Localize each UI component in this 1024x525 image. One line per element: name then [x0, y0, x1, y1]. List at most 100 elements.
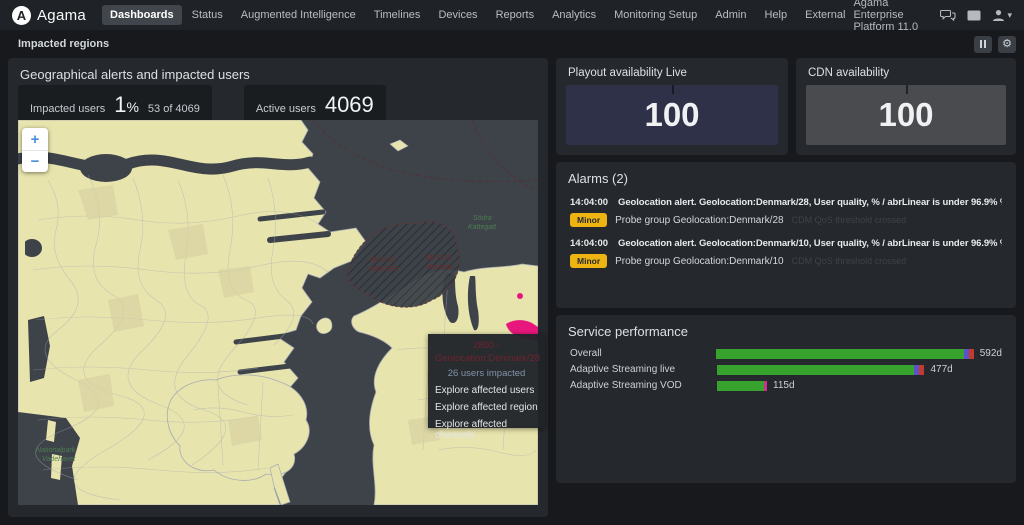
cdn-availability-panel: CDN availability 100	[796, 58, 1016, 155]
park-label: Nationalpark	[36, 447, 76, 454]
cdn-gauge: 100	[806, 85, 1006, 145]
zone-label: EK R 22	[426, 255, 452, 262]
agama-dashboard-page: A Agama DashboardsStatusAugmented Intell…	[0, 0, 1024, 525]
alarm-time: 14:04:00	[570, 197, 608, 208]
service-row-value: 477d	[930, 364, 952, 375]
impacted-users-detail: 53 of 4069	[148, 103, 200, 115]
zone-label: EK R 11	[370, 257, 396, 264]
service-row-value: 115d	[773, 380, 795, 391]
top-nav-right: Agama Enterprise Platform 11.0 ▾	[853, 0, 1012, 33]
pause-icon	[980, 40, 986, 48]
severity-badge: Minor	[570, 213, 607, 227]
explore-affected-region-link[interactable]: Explore affected region	[435, 402, 538, 413]
nav-item-monitoring-setup[interactable]: Monitoring Setup	[606, 5, 705, 25]
gear-icon: ⚙	[1002, 39, 1012, 50]
playout-value: 100	[644, 96, 699, 134]
nav-item-reports[interactable]: Reports	[488, 5, 543, 25]
dashboard-toolbar: Impacted regions ⚙	[0, 30, 1024, 58]
service-row-label: Overall	[570, 348, 716, 359]
playout-availability-panel: Playout availability Live 100	[556, 58, 788, 155]
nav-item-devices[interactable]: Devices	[430, 5, 485, 25]
service-panel-title: Service performance	[556, 315, 1016, 339]
zoom-out-button[interactable]: −	[22, 150, 48, 172]
service-bars: Overall 592d Adaptive Streaming live 477…	[556, 347, 1016, 392]
brand[interactable]: A Agama	[12, 6, 86, 25]
zone-label: MOLTEX	[370, 266, 399, 273]
impacted-users-stat: Impacted users 1% 53 of 4069	[18, 85, 212, 125]
park-label: Vadehavet	[42, 456, 76, 463]
bar-segment	[717, 365, 914, 375]
sea-label: Kattegatt	[468, 224, 497, 231]
active-users-value: 4069	[325, 92, 374, 118]
service-bar-row: Adaptive Streaming VOD 115d	[570, 379, 1002, 392]
nav-item-analytics[interactable]: Analytics	[544, 5, 604, 25]
platform-label: Agama Enterprise Platform 11.0	[853, 0, 929, 33]
map-svg: EK R 11 MOLTEX EK R 22 Hesselø Södra Kat…	[18, 120, 538, 505]
zone-label: Hesselø	[426, 264, 452, 271]
service-bar	[717, 381, 767, 391]
service-row-label: Adaptive Streaming live	[570, 364, 717, 375]
cdn-panel-title: CDN availability	[796, 58, 1016, 79]
nav-item-timelines[interactable]: Timelines	[366, 5, 429, 25]
user-menu[interactable]: ▾	[992, 9, 1012, 22]
severity-badge: Minor	[570, 254, 607, 268]
tooltip-title: 2800 - Geolocation:Denmark/28	[435, 339, 538, 366]
alarm-row[interactable]: 14:04:00 Geolocation alert. Geolocation:…	[570, 238, 1002, 268]
top-nav-bar: A Agama DashboardsStatusAugmented Intell…	[0, 0, 1024, 30]
nav-item-admin[interactable]: Admin	[707, 5, 754, 25]
card-icon[interactable]	[967, 10, 981, 21]
service-bar-row: Adaptive Streaming live 477d	[570, 363, 1002, 376]
nav-item-external[interactable]: External	[797, 5, 853, 25]
agama-logo-icon: A	[12, 6, 31, 25]
nav-item-dashboards[interactable]: Dashboards	[102, 5, 182, 25]
main-nav: DashboardsStatusAugmented IntelligenceTi…	[102, 5, 853, 25]
bar-segment	[764, 381, 767, 391]
impacted-users-percent: 1%	[114, 92, 139, 118]
nav-item-augmented-intelligence[interactable]: Augmented Intelligence	[233, 5, 364, 25]
toolbar-actions: ⚙	[974, 36, 1016, 53]
explore-affected-channels-link[interactable]: Explore affected channels	[435, 419, 538, 441]
bar-segment	[969, 349, 973, 359]
impacted-users-label: Impacted users	[30, 103, 105, 115]
bar-segment	[919, 365, 925, 375]
tooltip-users-impacted: 26 users impacted	[435, 368, 538, 379]
alarm-note: CDM QoS threshold crossed	[792, 215, 907, 225]
service-row-value: 592d	[980, 348, 1002, 359]
alarm-time: 14:04:00	[570, 238, 608, 249]
alarm-probe: Probe group Geolocation:Denmark/28	[615, 215, 783, 226]
service-bar-row: Overall 592d	[570, 347, 1002, 360]
cdn-value: 100	[878, 96, 933, 134]
service-row-label: Adaptive Streaming VOD	[570, 380, 717, 391]
active-users-stat: Active users 4069	[244, 85, 386, 125]
bar-segment	[717, 381, 764, 391]
brand-name: Agama	[37, 7, 86, 24]
alarm-row[interactable]: 14:04:00 Geolocation alert. Geolocation:…	[570, 197, 1002, 227]
explore-affected-users-link[interactable]: Explore affected users	[435, 385, 538, 396]
geo-stats: Impacted users 1% 53 of 4069 Active user…	[18, 85, 386, 125]
alarm-message: Geolocation alert. Geolocation:Denmark/1…	[618, 238, 1002, 249]
active-users-label: Active users	[256, 103, 316, 115]
service-bar	[717, 365, 924, 375]
alarms-panel-title: Alarms (2)	[556, 162, 1016, 186]
map-zoom-control: + −	[22, 128, 48, 172]
nav-item-status[interactable]: Status	[184, 5, 231, 25]
geo-panel-title: Geographical alerts and impacted users	[8, 58, 548, 82]
zoom-in-button[interactable]: +	[22, 128, 48, 150]
alarm-probe: Probe group Geolocation:Denmark/10	[615, 256, 783, 267]
alarm-message: Geolocation alert. Geolocation:Denmark/2…	[618, 197, 1002, 208]
alarm-note: CDM QoS threshold crossed	[792, 256, 907, 266]
user-icon	[992, 9, 1005, 22]
gauge-marker	[906, 85, 908, 94]
service-bar	[716, 349, 973, 359]
geo-alerts-panel: Geographical alerts and impacted users I…	[8, 58, 548, 517]
alarms-panel: Alarms (2) 14:04:00 Geolocation alert. G…	[556, 162, 1016, 308]
chat-icon[interactable]	[940, 9, 956, 22]
settings-button[interactable]: ⚙	[998, 36, 1016, 53]
service-performance-panel: Service performance Overall 592d Adaptiv…	[556, 315, 1016, 483]
pause-button[interactable]	[974, 36, 992, 53]
sea-label: Södra	[473, 215, 492, 222]
playout-gauge: 100	[566, 85, 778, 145]
chevron-down-icon: ▾	[1007, 10, 1012, 21]
nav-item-help[interactable]: Help	[756, 5, 795, 25]
geo-map[interactable]: EK R 11 MOLTEX EK R 22 Hesselø Södra Kat…	[18, 120, 538, 505]
